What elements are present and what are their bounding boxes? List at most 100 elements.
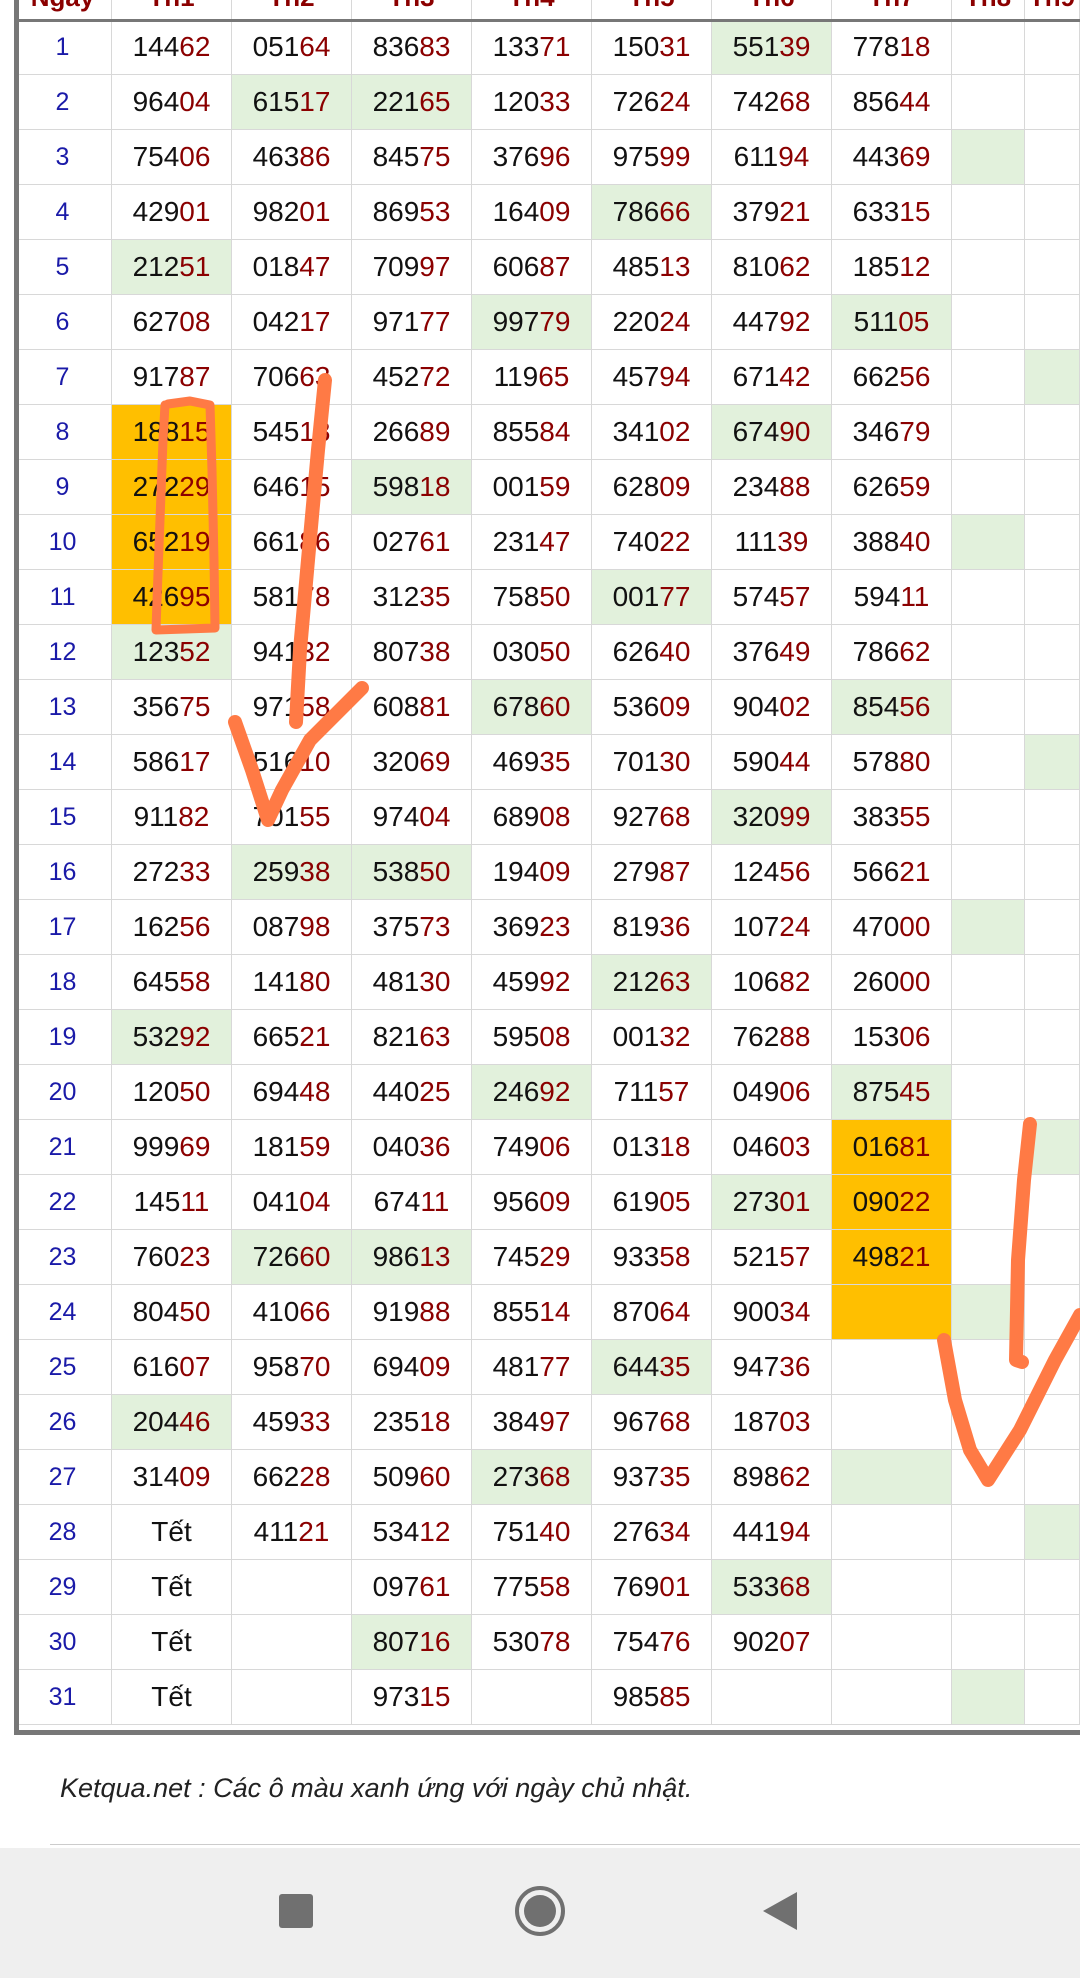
result-cell: 608 81 xyxy=(352,680,472,735)
result-cell: 097 61 xyxy=(352,1560,472,1615)
result-tail-digits: 15 xyxy=(419,1681,451,1712)
column-header: Ngày xyxy=(14,0,112,20)
result-cell: 144 62 xyxy=(112,20,232,75)
result-cell: 383 55 xyxy=(832,790,952,845)
result-head-digits: 611 xyxy=(733,141,779,172)
result-head-digits: 810 xyxy=(732,251,780,282)
result-cell: 153 06 xyxy=(832,1010,952,1065)
result-cell: 870 64 xyxy=(592,1285,712,1340)
result-cell: 810 62 xyxy=(712,240,832,295)
result-cell: 633 15 xyxy=(832,185,952,240)
result-cell: 312 35 xyxy=(352,570,472,625)
result-cell xyxy=(1025,845,1080,900)
result-cell: 124 56 xyxy=(712,845,832,900)
result-tail-digits: 62 xyxy=(779,251,811,282)
result-head-digits: 312 xyxy=(372,581,420,612)
result-cell: 485 13 xyxy=(592,240,712,295)
result-tail-digits: 70 xyxy=(299,1351,331,1382)
result-head-digits: 645 xyxy=(132,966,180,997)
result-cell: 971 77 xyxy=(352,295,472,350)
result-tail-digits: 12 xyxy=(899,251,931,282)
result-head-digits: 536 xyxy=(612,691,660,722)
day-number-cell: 11 xyxy=(14,570,112,625)
result-head-digits: 854 xyxy=(852,691,900,722)
result-tail-digits: 78 xyxy=(299,581,331,612)
result-head-digits: 187 xyxy=(732,1406,780,1437)
result-head-digits: 119 xyxy=(493,361,539,392)
result-cell: 662 28 xyxy=(232,1450,352,1505)
result-cell: 150 31 xyxy=(592,20,712,75)
result-cell: 212 51 xyxy=(112,240,232,295)
result-head-digits: 341 xyxy=(612,416,660,447)
result-tail-digits: 79 xyxy=(899,416,931,447)
result-cell: 678 60 xyxy=(472,680,592,735)
result-tail-digits: 24 xyxy=(659,86,691,117)
result-cell: 904 02 xyxy=(712,680,832,735)
result-head-digits: 754 xyxy=(612,1626,660,1657)
result-cell xyxy=(1025,130,1080,185)
result-head-digits: 595 xyxy=(492,1021,540,1052)
result-tail-digits: 02 xyxy=(659,416,691,447)
result-cell: 856 44 xyxy=(832,75,952,130)
result-cell: 869 53 xyxy=(352,185,472,240)
result-head-digits: 429 xyxy=(132,196,180,227)
result-cell: 749 06 xyxy=(472,1120,592,1175)
result-head-digits: 904 xyxy=(732,691,780,722)
result-tail-digits: 07 xyxy=(179,1351,211,1382)
result-head-digits: 855 xyxy=(492,1296,540,1327)
result-cell: 246 92 xyxy=(472,1065,592,1120)
result-tail-digits: 58 xyxy=(299,691,331,722)
result-cell xyxy=(952,735,1025,790)
result-tail-digits: 69 xyxy=(899,141,931,172)
result-cell: 694 48 xyxy=(232,1065,352,1120)
table-left-border xyxy=(14,0,19,1735)
result-cell xyxy=(952,295,1025,350)
result-tail-digits: 28 xyxy=(299,1461,331,1492)
result-cell: 106 82 xyxy=(712,955,832,1010)
result-cell: 123 52 xyxy=(112,625,232,680)
result-cell xyxy=(832,1615,952,1670)
result-cell: 231 47 xyxy=(472,515,592,570)
result-tail-digits: 72 xyxy=(419,361,451,392)
result-tail-digits: 77 xyxy=(659,581,691,612)
result-head-digits: 726 xyxy=(612,86,660,117)
result-tail-digits: 56 xyxy=(899,361,931,392)
result-cell xyxy=(472,1670,592,1725)
result-tail-digits: 79 xyxy=(539,306,571,337)
result-head-digits: 204 xyxy=(132,1406,180,1437)
result-cell xyxy=(952,240,1025,295)
result-cell: 674 90 xyxy=(712,405,832,460)
result-tail-digits: 35 xyxy=(659,1351,691,1382)
results-table[interactable]: NgàyTh1Th2Th3Th4Th5Th6Th7Th8Th9114462051… xyxy=(0,0,1080,1735)
home-button[interactable] xyxy=(480,1848,600,1978)
result-tail-digits: 08 xyxy=(179,306,211,337)
result-cell xyxy=(1025,185,1080,240)
result-cell xyxy=(952,1670,1025,1725)
result-cell: 701 55 xyxy=(232,790,352,845)
result-tail-digits: 22 xyxy=(899,1186,931,1217)
result-head-digits: 150 xyxy=(612,31,660,62)
result-head-digits: 141 xyxy=(252,966,300,997)
result-cell: 107 24 xyxy=(712,900,832,955)
result-head-digits: 870 xyxy=(612,1296,660,1327)
result-tail-digits: 08 xyxy=(539,801,571,832)
result-cell: 001 59 xyxy=(472,460,592,515)
result-cell: 042 17 xyxy=(232,295,352,350)
result-cell xyxy=(1025,900,1080,955)
result-head-digits: 674 xyxy=(373,1186,421,1217)
recents-button[interactable] xyxy=(236,1848,356,1978)
result-cell xyxy=(832,1670,952,1725)
result-tail-digits: 56 xyxy=(899,691,931,722)
result-tail-digits: 90 xyxy=(779,416,811,447)
day-number-cell: 31 xyxy=(14,1670,112,1725)
result-head-digits: 379 xyxy=(732,196,780,227)
result-cell: 346 79 xyxy=(832,405,952,460)
back-button[interactable] xyxy=(720,1848,840,1978)
result-cell: 821 63 xyxy=(352,1010,472,1065)
result-cell: 646 15 xyxy=(232,460,352,515)
result-cell: 754 76 xyxy=(592,1615,712,1670)
day-number-cell: 26 xyxy=(14,1395,112,1450)
result-head-digits: 786 xyxy=(612,196,660,227)
day-number-cell: 16 xyxy=(14,845,112,900)
result-cell xyxy=(1025,1285,1080,1340)
